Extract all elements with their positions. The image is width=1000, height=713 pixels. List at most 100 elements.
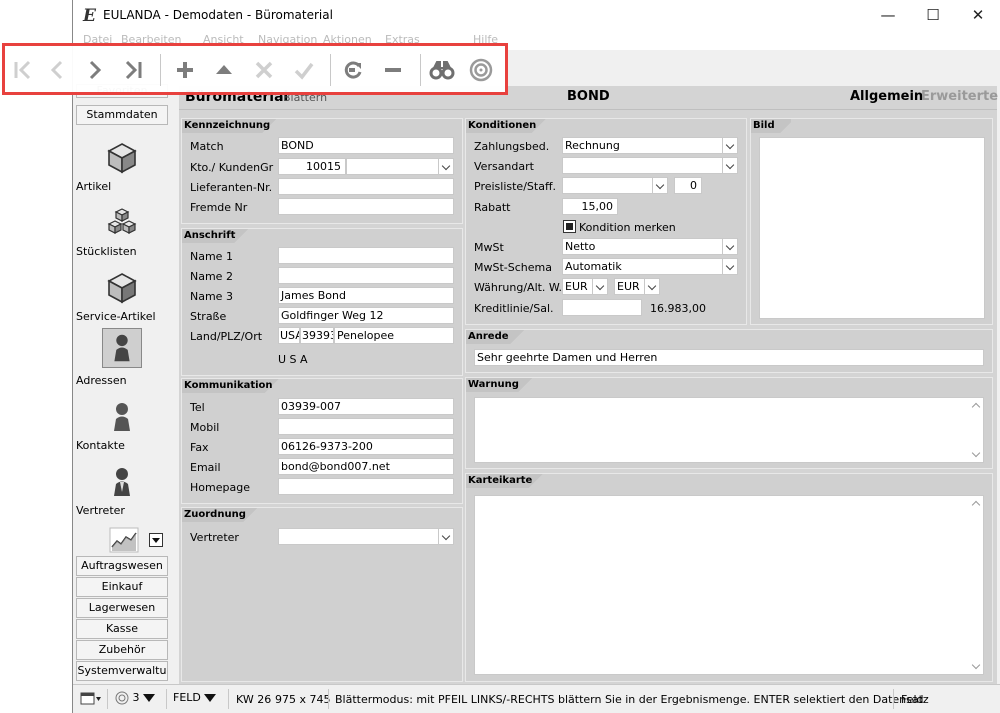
fremde-nr-label: Fremde Nr — [190, 201, 248, 214]
nav-einkauf[interactable]: Einkauf — [76, 577, 168, 597]
nav-auftragswesen[interactable]: Auftragswesen — [76, 556, 168, 576]
waehrung-label: Währung/Alt. W. — [474, 281, 563, 294]
karteikarte-scrollbar[interactable] — [970, 496, 983, 674]
previous-record-icon[interactable] — [44, 57, 70, 83]
last-record-icon[interactable] — [120, 57, 146, 83]
strasse-field[interactable]: Goldfinger Weg 12 — [278, 307, 454, 324]
zahlung-select[interactable]: Rechnung — [562, 137, 738, 154]
add-icon[interactable] — [172, 57, 198, 83]
chevron-down-icon[interactable] — [722, 138, 737, 153]
warnung-scrollbar[interactable] — [970, 398, 983, 462]
kundengruppe-select[interactable] — [346, 158, 454, 175]
sidebar: Favoriten Stammdaten Artikel Stücklisten — [73, 84, 169, 684]
lieferanten-field[interactable] — [278, 178, 454, 195]
sidebar-item-service-artikel[interactable]: Service-Artikel — [76, 268, 168, 323]
warnung-textarea[interactable] — [474, 397, 984, 463]
sidebar-scroll-button[interactable] — [149, 533, 163, 547]
chevron-down-icon[interactable] — [722, 239, 737, 254]
chevron-down-icon[interactable] — [592, 279, 607, 294]
nav-systemverwaltung[interactable]: Systemverwaltu — [76, 661, 168, 681]
cubes-icon — [107, 208, 137, 234]
mwst-select[interactable]: Netto — [562, 238, 738, 255]
sidebar-item-adressen[interactable]: Adressen — [76, 328, 168, 387]
anrede-field[interactable]: Sehr geehrte Damen und Herren — [474, 349, 984, 366]
karteikarte-textarea[interactable] — [474, 495, 984, 675]
refresh-icon[interactable] — [340, 57, 366, 83]
email-field[interactable]: bond@bond007.net — [278, 458, 454, 475]
nav-lagerwesen[interactable]: Lagerwesen — [76, 598, 168, 618]
homepage-field[interactable] — [278, 478, 454, 495]
sidebar-item-vertreter[interactable]: Vertreter — [76, 462, 168, 517]
panel-title: Anschrift — [182, 229, 252, 243]
maximize-button[interactable]: ☐ — [918, 4, 948, 26]
sidebar-item-label: Adressen — [76, 374, 127, 387]
record-name: BOND — [567, 89, 610, 104]
confirm-icon[interactable] — [291, 57, 317, 83]
match-field[interactable]: BOND — [278, 137, 454, 154]
ort-field[interactable]: Penelopee — [334, 327, 454, 344]
tab-allgemein[interactable]: Allgemein — [850, 89, 923, 104]
fremde-nr-field[interactable] — [278, 198, 454, 215]
lieferanten-label: Lieferanten-Nr. — [190, 181, 273, 194]
mobil-field[interactable] — [278, 418, 454, 435]
sidebar-item-artikel[interactable]: Artikel — [76, 138, 168, 193]
first-record-icon[interactable] — [10, 57, 36, 83]
mwst-label: MwSt — [474, 241, 504, 254]
target-icon[interactable] — [468, 57, 494, 83]
waehrung-select[interactable]: EUR — [562, 278, 608, 295]
sidebar-item-kontakte[interactable]: Kontakte — [76, 397, 168, 452]
panel-title: Kennzeichnung — [182, 119, 287, 133]
remove-icon[interactable] — [380, 57, 406, 83]
sidebar-item-stuecklisten[interactable]: Stücklisten — [76, 203, 168, 258]
chevron-down-icon[interactable] — [438, 529, 453, 544]
chart-module-icon[interactable] — [109, 527, 139, 553]
record-count-control[interactable]: 3 — [115, 691, 155, 705]
plz-field[interactable]: 39393 — [300, 327, 334, 344]
name1-field[interactable] — [278, 247, 454, 264]
chevron-down-icon[interactable] — [722, 259, 737, 274]
fax-field[interactable]: 06126-9373-200 — [278, 438, 454, 455]
panel-karteikarte: Karteikarte — [465, 473, 993, 682]
kredit-field[interactable] — [562, 299, 642, 316]
record-count: 3 — [132, 691, 140, 704]
nav-zubehoer[interactable]: Zubehör — [76, 640, 168, 660]
nav-stammdaten[interactable]: Stammdaten — [76, 105, 168, 125]
contact-icon — [114, 403, 130, 431]
main-form: Büromaterial Blättern BOND Allgemein Erw… — [179, 86, 998, 684]
panel-title: Bild — [751, 119, 791, 133]
delete-icon[interactable] — [251, 57, 277, 83]
chevron-down-icon[interactable] — [644, 279, 659, 294]
mwst-schema-label: MwSt-Schema — [474, 261, 552, 274]
mode-select[interactable]: FELD — [173, 691, 216, 704]
chevron-down-icon[interactable] — [722, 158, 737, 173]
name3-field[interactable]: James Bond — [278, 287, 454, 304]
kondition-merken-checkbox[interactable] — [563, 220, 576, 233]
vertreter-select[interactable] — [278, 528, 454, 545]
chevron-down-icon — [142, 694, 155, 702]
mwst-schema-select[interactable]: Automatik — [562, 258, 738, 275]
tab-erweiterte[interactable]: Erweiterte — [921, 89, 998, 104]
chevron-down-icon[interactable] — [438, 159, 453, 174]
name2-field[interactable] — [278, 267, 454, 284]
kto-label: Kto./ KundenGr — [190, 161, 274, 174]
alt-waehrung-select[interactable]: EUR — [614, 278, 660, 295]
land-field[interactable]: USA — [278, 327, 300, 344]
rabatt-field[interactable]: 15,00 — [562, 198, 618, 215]
chevron-up-icon — [971, 500, 981, 510]
binoculars-icon[interactable] — [429, 57, 455, 83]
panel-anrede: Anrede Sehr geehrte Damen und Herren — [465, 329, 993, 373]
staffel-field[interactable]: 0 — [674, 177, 702, 194]
next-record-icon[interactable] — [82, 57, 108, 83]
close-button[interactable]: ✕ — [963, 4, 993, 26]
minimize-button[interactable]: — — [873, 4, 903, 26]
move-up-icon[interactable] — [211, 57, 237, 83]
service-cube-icon — [107, 273, 137, 304]
nav-kasse[interactable]: Kasse — [76, 619, 168, 639]
tel-field[interactable]: 03939-007 — [278, 398, 454, 415]
layout-toggle[interactable] — [80, 692, 102, 709]
image-area[interactable] — [759, 137, 985, 319]
versandart-select[interactable] — [562, 157, 738, 174]
preisliste-select[interactable] — [562, 177, 668, 194]
chevron-down-icon[interactable] — [652, 178, 667, 193]
kto-field[interactable]: 10015 — [278, 158, 346, 175]
